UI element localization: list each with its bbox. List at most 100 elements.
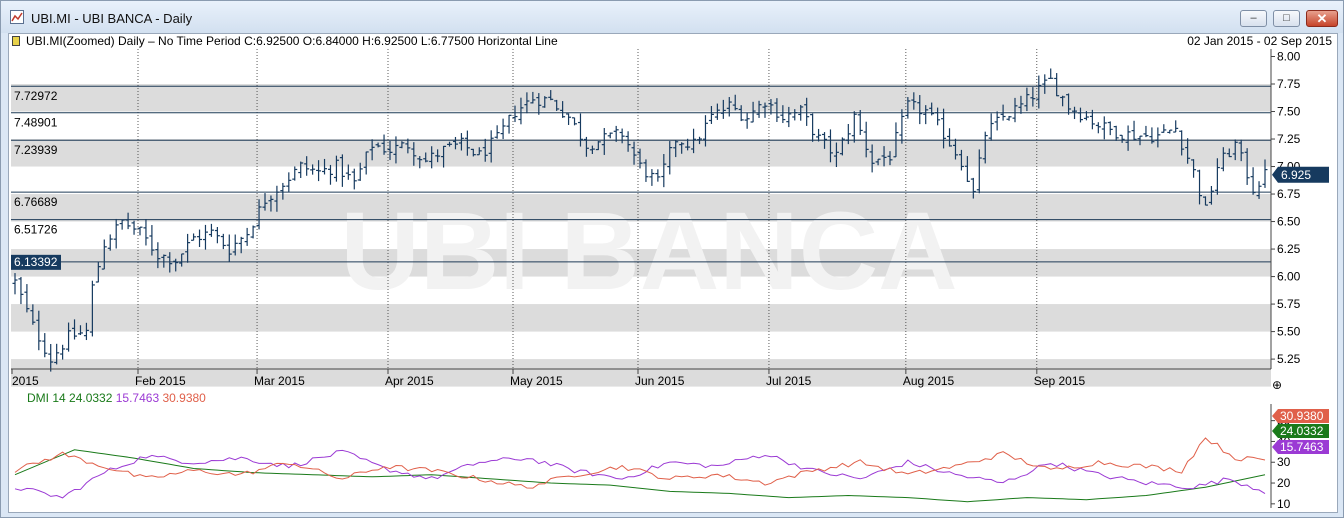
ohlc-bar [607,132,613,139]
price-tick-label: 6.75 [1277,187,1301,201]
close-icon: ✕ [1316,11,1328,26]
ohlc-bar [351,168,357,190]
price-tick-label: 5.25 [1277,352,1301,366]
ohlc-bar [1131,120,1137,141]
price-tick-label: 7.50 [1277,105,1301,119]
ohlc-bar [572,117,578,126]
dmi-legend: DMI 14 24.0332 15.7463 30.9380 [27,391,206,405]
chart-window: UBI.MI - UBI BANCA - Daily – □ ✕ UBI.MI(… [0,0,1344,518]
ohlc-bar [988,113,994,141]
price-tick-label: 5.50 [1277,325,1301,339]
horizontal-line-label: 6.13392 [14,255,58,269]
time-tick-label: Feb 2015 [135,374,186,388]
ohlc-bar [1113,125,1119,141]
ohlc-bar [143,219,149,246]
time-tick-label: Jun 2015 [635,374,685,388]
crosshair-icon: ⊕ [1272,378,1282,389]
minimize-button[interactable]: – [1240,10,1267,27]
dmi-series-line [14,449,1266,503]
ohlc-bar [1167,129,1173,134]
ohlc-bar [1173,120,1179,133]
ohlc-bar [220,233,226,250]
price-tick-label: 6.50 [1277,215,1301,229]
ohlc-bar [250,225,256,239]
price-chart[interactable]: UBI BANCA 7.72972 7.48901 7.23939 6.76689 6.5… [9,49,1337,389]
dmi-value-label: 30.9380 [1280,409,1324,423]
ohlc-bar [137,226,143,236]
ohlc-info-text: UBI.MI(Zoomed) Daily – No Time Period C:… [26,34,558,48]
time-tick-label: Jul 2015 [766,374,812,388]
last-price-label: 6.925 [1281,168,1311,182]
ohlc-bar [994,111,1000,131]
chart-app-icon [10,10,24,24]
ohlc-bar [244,227,250,246]
horizontal-line-label: 7.72972 [14,89,58,103]
price-tick-label: 7.75 [1277,77,1301,91]
ohlc-bar [500,118,506,140]
ohlc-bar [494,125,500,139]
dmi-value-label: 15.7463 [1280,440,1324,454]
window-title: UBI.MI - UBI BANCA - Daily [31,11,193,26]
ohlc-bar [107,234,113,251]
dmi-series-line [14,449,1266,499]
dmi-chart[interactable]: 504030201030.938024.033215.7463 [9,404,1337,512]
ohlc-bar [649,169,655,186]
minimize-icon: – [1250,12,1257,24]
grid-band [11,84,1271,112]
horizontal-line-label: 6.51726 [14,223,58,237]
ohlc-bar [1101,116,1107,140]
ohlc-bar [292,166,298,181]
horizontal-line-label: 6.76689 [14,195,58,209]
dmi-tick-label: 20 [1277,476,1291,490]
time-tick-label: Sep 2015 [1034,374,1086,388]
ohlc-bar [345,164,351,180]
dmi-tick-label: 10 [1277,497,1291,511]
ohlc-bar [113,218,119,249]
ohlc-bar [191,233,197,241]
time-tick-label: Apr 2015 [385,374,434,388]
price-tick-label: 6.25 [1277,242,1301,256]
ohlc-bar [60,344,66,360]
dmi-legend-value: 24.0332 [65,391,113,405]
date-range: 02 Jan 2015 - 02 Sep 2015 [1187,34,1332,48]
ohlc-bar [899,109,905,144]
ohlc-bar [208,223,214,237]
ohlc-bar [1250,167,1256,195]
time-tick-label: Mar 2015 [254,374,305,388]
ohlc-bar [42,333,48,358]
ohlc-bar [1161,124,1167,133]
grid-band [11,139,1271,167]
price-tick-label: 8.00 [1277,50,1301,64]
ohlc-bar [202,224,208,250]
ohlc-bar [1048,68,1054,80]
lock-icon[interactable] [12,36,20,46]
ohlc-bar [1095,122,1101,134]
ohlc-bar [655,169,661,182]
dmi-legend-value: 30.9380 [159,391,206,405]
ohlc-bar [566,113,572,125]
title-bar[interactable]: UBI.MI - UBI BANCA - Daily – □ ✕ [1,1,1343,33]
ohlc-bar [286,172,292,192]
ohlc-bar [327,164,333,185]
dmi-tick-label: 30 [1277,455,1291,469]
watermark: UBI BANCA [340,190,957,313]
horizontal-line-label: 7.23939 [14,143,58,157]
dmi-legend-value: 15.7463 [112,391,160,405]
time-tick-label: 2015 [12,374,39,388]
ohlc-bar [810,113,816,142]
time-tick-label: May 2015 [510,374,563,388]
ohlc-bar [197,229,203,248]
price-tick-label: 6.00 [1277,270,1301,284]
maximize-button[interactable]: □ [1273,10,1300,27]
ohlc-bar [744,112,750,129]
time-tick-label: Aug 2015 [903,374,955,388]
ohlc-bar [214,227,220,244]
close-button[interactable]: ✕ [1306,10,1338,27]
chart-client-area[interactable]: UBI.MI(Zoomed) Daily – No Time Period C:… [8,33,1338,513]
dmi-legend-name: DMI 14 [27,391,66,405]
ohlc-bar [1143,125,1149,138]
horizontal-line-label: 7.48901 [14,116,58,130]
price-tick-label: 7.25 [1277,132,1301,146]
chart-info-bar: UBI.MI(Zoomed) Daily – No Time Period C:… [9,34,1337,49]
ohlc-bar [1107,121,1113,136]
